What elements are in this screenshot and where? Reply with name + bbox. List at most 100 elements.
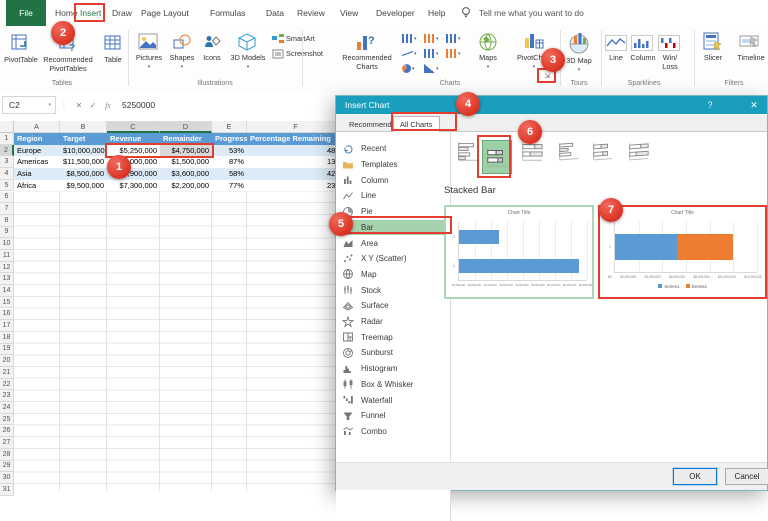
table-header-cell[interactable]: Remainder	[160, 133, 212, 145]
icons-button[interactable]: Icons	[197, 53, 227, 63]
close-icon[interactable]: ✕	[741, 96, 767, 114]
row-header-30[interactable]: 30	[0, 472, 14, 484]
chart-type-funnel[interactable]: Funnel	[342, 408, 446, 424]
chart-type-column[interactable]: Column	[342, 172, 446, 188]
column-chart-menu[interactable]: ▾	[402, 34, 417, 43]
cell[interactable]: Europe	[14, 144, 60, 157]
hierarchy-chart-menu[interactable]: ▾	[424, 34, 439, 43]
cell[interactable]: 48%	[247, 144, 345, 157]
chart-type-bar[interactable]: Bar	[342, 219, 446, 236]
sparkline-line-button[interactable]: Line	[602, 53, 630, 63]
cell[interactable]: $7,300,000	[107, 179, 160, 192]
tell-me-search[interactable]: Tell me what you want to do	[479, 0, 584, 26]
row-header-29[interactable]: 29	[0, 460, 14, 473]
row-header-8[interactable]: 8	[0, 214, 14, 227]
chart-type-area[interactable]: Area	[342, 235, 446, 251]
column-header-C[interactable]: C	[107, 121, 160, 133]
menu-insert[interactable]: Insert	[80, 0, 101, 26]
tab-all-charts[interactable]: All Charts	[393, 116, 440, 132]
menu-formulas[interactable]: Formulas	[210, 0, 245, 26]
row-header-6[interactable]: 6	[0, 191, 14, 204]
chart-type-templates[interactable]: Templates	[342, 157, 446, 173]
enter-entry-icon[interactable]: ✓	[86, 96, 100, 114]
row-header-3[interactable]: 3	[0, 156, 14, 169]
formula-input[interactable]: 5250000	[122, 96, 155, 114]
row-header-17[interactable]: 17	[0, 320, 14, 332]
cell[interactable]: Americas	[14, 156, 60, 169]
table-header-cell[interactable]: Progress	[212, 133, 247, 145]
row-header-31[interactable]: 31	[0, 484, 14, 496]
subtype-3d-clustered-bar[interactable]	[554, 138, 582, 164]
cell[interactable]: $8,500,000	[60, 168, 107, 180]
cell[interactable]: 58%	[212, 168, 247, 180]
3d-map-button[interactable]: 3D Map	[560, 56, 598, 66]
row-header-16[interactable]: 16	[0, 308, 14, 321]
subtype-3d-100-stacked-bar[interactable]	[624, 138, 652, 164]
recommended-pivottables-button[interactable]: Recommended PivotTables	[37, 55, 99, 73]
column-header-E[interactable]: E	[212, 121, 247, 133]
preview-stacked-bar-1[interactable]: Chart Title 2 1 $4,500,000 $4,600,000 $4,700,…	[444, 205, 594, 299]
table-header-cell[interactable]: Percentage Remaining	[247, 133, 345, 145]
row-header-25[interactable]: 25	[0, 413, 14, 426]
chart-type-histogram[interactable]: Histogram	[342, 361, 446, 377]
menu-review[interactable]: Review	[297, 0, 325, 26]
3d-models-button[interactable]: 3D Models	[228, 53, 268, 63]
chart-type-combo[interactable]: Combo	[342, 424, 446, 440]
row-header-23[interactable]: 23	[0, 390, 14, 403]
subtype-100-stacked-bar[interactable]	[518, 138, 546, 164]
row-header-27[interactable]: 27	[0, 437, 14, 449]
chart-type-sunburst[interactable]: Sunburst	[342, 345, 446, 361]
line-chart-menu[interactable]: ▾	[402, 49, 417, 58]
cancel-button[interactable]: Cancel	[725, 468, 768, 485]
combo-chart-menu[interactable]: ▾	[446, 49, 461, 58]
row-header-1[interactable]: 1	[0, 133, 14, 145]
cell[interactable]: $11,500,000	[60, 156, 107, 169]
row-header-18[interactable]: 18	[0, 331, 14, 344]
row-header-9[interactable]: 9	[0, 226, 14, 239]
menu-data[interactable]: Data	[266, 0, 284, 26]
preview-stacked-bar-2[interactable]: Chart Title 1 $0 $2,000,000 $4,000,000 $6,000…	[598, 205, 767, 299]
chart-type-stock[interactable]: Stock	[342, 282, 446, 298]
sparkline-column-button[interactable]: Column	[628, 53, 658, 63]
cell[interactable]: $10,000,000	[107, 156, 160, 169]
menu-file-tab[interactable]: File	[6, 0, 46, 26]
cell[interactable]: 87%	[212, 156, 247, 169]
row-header-20[interactable]: 20	[0, 355, 14, 367]
row-header-5[interactable]: 5	[0, 179, 14, 192]
cell[interactable]: Asia	[14, 168, 60, 180]
pivotchart-button[interactable]: PivotChart	[512, 53, 556, 63]
ok-button[interactable]: OK	[672, 467, 718, 486]
smartart-button[interactable]: SmartArt	[286, 34, 332, 44]
row-header-13[interactable]: 13	[0, 273, 14, 286]
cell[interactable]: 77%	[212, 179, 247, 192]
chart-type-radar[interactable]: Radar	[342, 314, 446, 330]
cell[interactable]: Africa	[14, 179, 60, 192]
row-header-15[interactable]: 15	[0, 296, 14, 309]
cell[interactable]: $10,000,000	[60, 144, 107, 157]
row-header-2[interactable]: 2	[0, 144, 14, 157]
name-box[interactable]: C2 ▾	[2, 96, 56, 114]
menu-home[interactable]: Home	[55, 0, 78, 26]
cell[interactable]: $9,500,000	[60, 179, 107, 192]
timeline-button[interactable]: Timeline	[733, 53, 768, 63]
cancel-entry-icon[interactable]: ✕	[72, 96, 86, 114]
row-header-22[interactable]: 22	[0, 378, 14, 391]
chart-type-recent[interactable]: Recent	[342, 141, 446, 157]
waterfall-chart-menu[interactable]: ▾	[446, 34, 461, 43]
scatter-chart-menu[interactable]: ▾	[424, 64, 439, 73]
column-header-A[interactable]: A	[14, 121, 60, 133]
screenshot-button[interactable]: Screenshot	[286, 49, 336, 59]
subtype-stacked-bar[interactable]	[482, 140, 512, 174]
column-header-D[interactable]: D	[160, 121, 212, 133]
menu-draw[interactable]: Draw	[112, 0, 132, 26]
pivottable-button[interactable]: PivotTable	[0, 55, 42, 65]
sparkline-winloss-button[interactable]: Win/ Loss	[655, 53, 685, 71]
column-header-B[interactable]: B	[60, 121, 107, 133]
menu-help[interactable]: Help	[428, 0, 445, 26]
recommended-charts-button[interactable]: Recommended Charts	[338, 53, 396, 71]
cell[interactable]: $3,600,000	[160, 168, 212, 180]
menu-developer[interactable]: Developer	[376, 0, 415, 26]
chart-type-map[interactable]: Map	[342, 267, 446, 283]
row-header-11[interactable]: 11	[0, 250, 14, 262]
shapes-button[interactable]: Shapes	[165, 53, 199, 63]
